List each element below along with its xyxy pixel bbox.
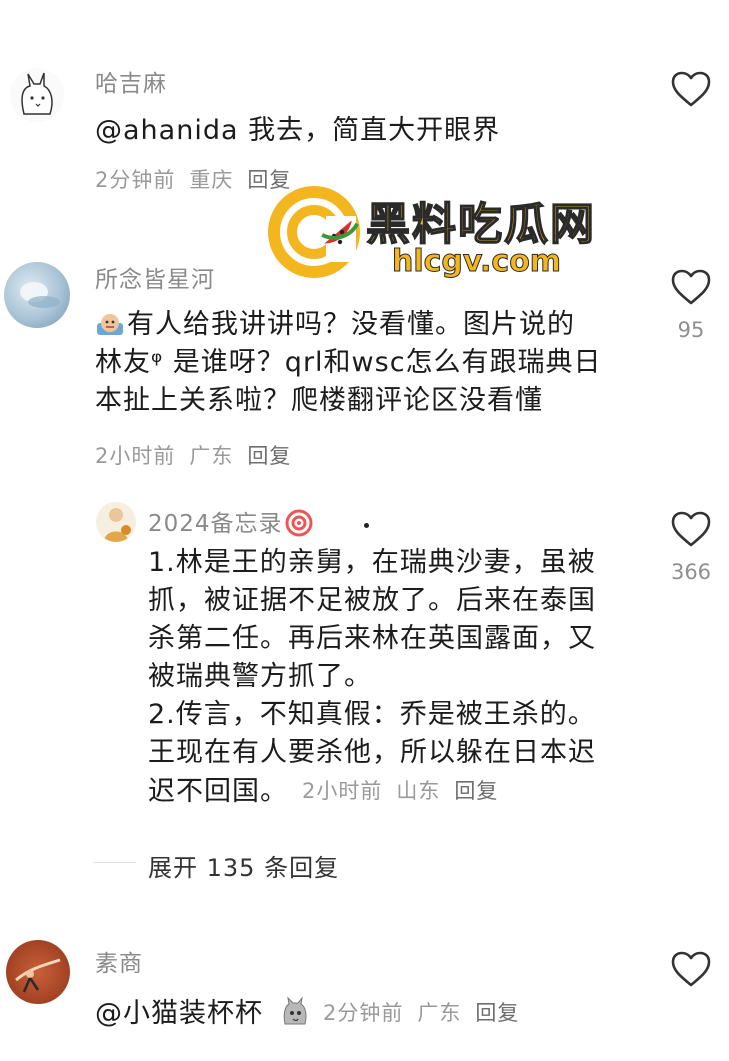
comment-text-line: 1.林是王的亲舅，在瑞典沙妻，虽被 — [148, 547, 596, 578]
comment-location: 山东 — [396, 779, 441, 803]
comment-text-line: 有人给我讲讲吗？没看懂。图片说的 — [95, 306, 655, 344]
reply-button[interactable]: 回复 — [475, 1001, 519, 1025]
cat-emoji-icon — [279, 996, 311, 1028]
heart-icon[interactable] — [670, 70, 712, 108]
comment-meta: 2小时前 广东 回复 — [95, 440, 291, 470]
watermark-title: 黑料吃瓜网 — [365, 198, 596, 251]
comment-username[interactable]: 素商 — [95, 944, 143, 978]
watermark-url: hlcgv.com — [391, 244, 562, 280]
comment-text-line: 被瑞典警方抓了。 — [148, 661, 372, 692]
like-count: 366 — [670, 560, 712, 584]
heart-icon[interactable] — [670, 268, 712, 306]
heart-icon[interactable] — [670, 950, 712, 988]
like-count: 95 — [677, 318, 705, 342]
comment-text: @ahanida 我去，简直大开眼界 — [95, 115, 501, 146]
reply-button[interactable]: 回复 — [454, 779, 498, 803]
emoji-icon — [95, 310, 125, 336]
comment-location: 重庆 — [189, 168, 234, 192]
comment-text: 1.林是王的亲舅，在瑞典沙妻，虽被 抓，被证据不足被放了。后来在泰国 杀第二任。… — [148, 544, 648, 811]
comment-text-line: 杀第二任。再后来林在英国露面，又 — [148, 623, 596, 654]
comment-username[interactable]: 哈吉麻 — [95, 64, 167, 98]
target-emoji-icon — [285, 509, 313, 537]
comment-username[interactable]: 所念皆星河 — [95, 260, 215, 294]
comment-list: 哈吉麻 @ahanida 我去，简直大开眼界 2分钟前 重庆 回复 黑料吃瓜网 hl… — [0, 0, 729, 1061]
avatar[interactable] — [10, 68, 64, 122]
comment-time: 2小时前 — [302, 779, 383, 803]
heart-icon[interactable] — [670, 510, 712, 548]
avatar[interactable] — [4, 262, 70, 328]
comment-location: 广东 — [189, 444, 234, 468]
separator-dot — [364, 523, 369, 528]
comment-text: 有人给我讲讲吗？没看懂。图片说的 林友ᵠ 是谁呀？qrl和wsc怎么有跟瑞典日 … — [95, 306, 655, 420]
comment-username[interactable]: 2024备忘录 — [148, 504, 313, 538]
comment-text: @小猫装杯杯 2分钟前 广东 回复 — [95, 996, 520, 1029]
comment-time: 2小时前 — [95, 444, 176, 468]
comment-meta: 2小时前 山东 回复 — [302, 779, 498, 803]
expand-replies-button[interactable]: 展开 135 条回复 — [148, 848, 339, 883]
comment-time: 2分钟前 — [323, 1001, 404, 1025]
comment-text-line: 2.传言，不知真假：乔是被王杀的。 — [148, 699, 596, 730]
comment-text-line: 迟不回国。 2小时前 山东 回复 — [148, 776, 499, 807]
expand-divider — [94, 862, 136, 863]
comment-text-line: 林友ᵠ 是谁呀？qrl和wsc怎么有跟瑞典日 — [95, 347, 602, 378]
comment-time: 2分钟前 — [95, 168, 176, 192]
comment-meta: 2分钟前 重庆 回复 — [95, 164, 291, 194]
watermark-logo — [268, 186, 360, 278]
avatar[interactable] — [6, 940, 70, 1004]
comment-text-line: 王现在有人要杀他，所以躲在日本迟 — [148, 737, 596, 768]
comment-location: 广东 — [417, 1001, 462, 1025]
avatar[interactable] — [96, 502, 136, 542]
comment-meta: 2分钟前 广东 回复 — [323, 1001, 519, 1025]
comment-text-line: 本扯上关系啦？爬楼翻评论区没看懂 — [95, 385, 543, 416]
reply-button[interactable]: 回复 — [247, 444, 291, 468]
comment-text-line: 抓，被证据不足被放了。后来在泰国 — [148, 585, 596, 616]
